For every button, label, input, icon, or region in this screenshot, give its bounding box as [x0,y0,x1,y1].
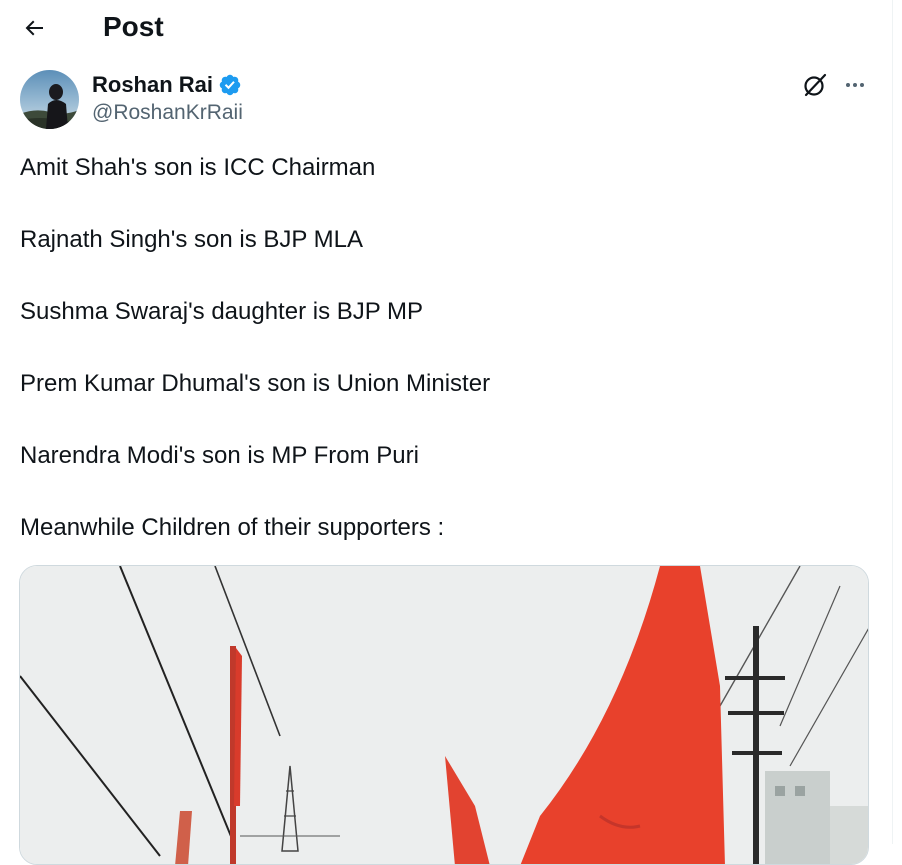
avatar[interactable] [20,70,79,129]
verified-badge-icon [219,74,241,96]
author-name-row: Roshan Rai [92,70,242,100]
column-divider [892,0,893,844]
post-header: Post [0,0,892,56]
post-text-line: Meanwhile Children of their supporters : [20,514,445,541]
author-name[interactable]: Roshan Rai [92,72,213,98]
grok-button[interactable] [798,68,832,102]
post-media-video[interactable] [19,565,869,865]
back-button[interactable] [14,8,54,48]
post-text: Amit Shah's son is ICC Chairman Rajnath … [20,150,870,582]
post-text-line: Rajnath Singh's son is BJP MLA [20,226,363,253]
grok-icon [804,73,827,97]
page-title: Post [103,11,164,42]
more-horizontal-icon [846,83,864,87]
media-video-frame [20,566,868,864]
author-handle[interactable]: @RoshanKrRaii [92,101,243,125]
post-text-line: Prem Kumar Dhumal's son is Union Ministe… [20,370,491,397]
post-text-line: Amit Shah's son is ICC Chairman [20,154,376,181]
post-text-line: Sushma Swaraj's daughter is BJP MP [20,298,423,325]
avatar-image [20,70,79,129]
arrow-left-icon [25,20,43,36]
more-options-button[interactable] [838,68,872,102]
post-text-line: Narendra Modi's son is MP From Puri [20,442,419,469]
